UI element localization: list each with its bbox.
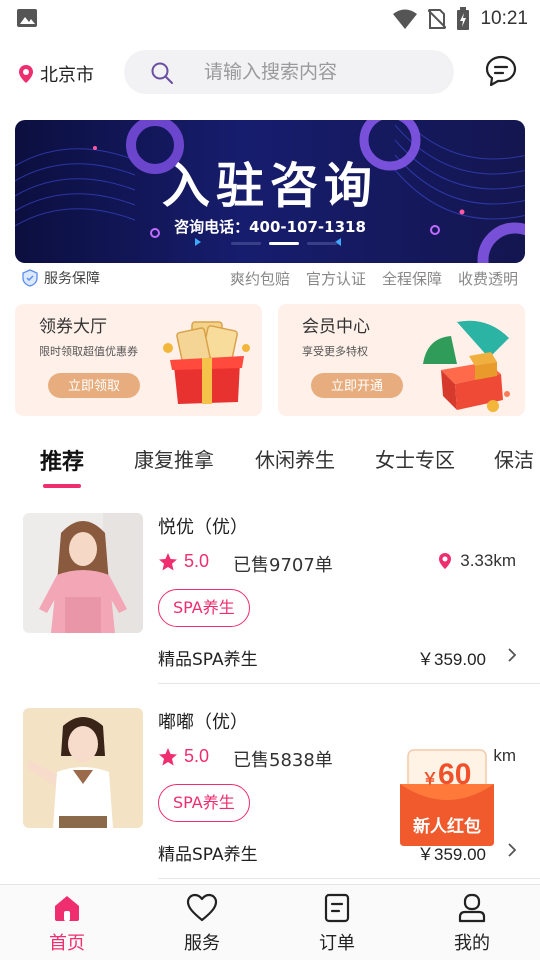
card-title: 会员中心 <box>302 317 370 337</box>
new-user-red-packet[interactable]: ￥60 新人红包 <box>398 746 496 846</box>
service-description: 精品SPA养生 <box>158 845 258 865</box>
therapist-photo <box>23 708 143 828</box>
tab-ladies-zone[interactable]: 女士专区 <box>375 444 455 473</box>
nav-label: 订单 <box>319 933 355 954</box>
distance-value: km <box>493 746 516 765</box>
search-icon <box>151 62 173 84</box>
list-item[interactable]: 悦优（优） 5.0 已售9707单 3.33km SPA养生 精品SPA养生 ￥… <box>0 513 540 689</box>
guarantee-item: 官方认证 <box>305 270 366 288</box>
tab-cleaning[interactable]: 保洁 <box>494 444 534 473</box>
service-guarantee-row: 服务保障 爽约包赔 官方认证 全程保障 收费透明 <box>22 268 522 290</box>
status-time: 10:21 <box>480 8 528 29</box>
tab-recommend[interactable]: 推荐 <box>40 444 84 476</box>
divider <box>158 683 540 684</box>
divider <box>158 878 540 879</box>
nav-home[interactable]: 首页 <box>22 893 112 955</box>
message-icon[interactable] <box>484 54 518 88</box>
tab-rehab-massage[interactable]: 康复推拿 <box>134 444 214 473</box>
location-label: 北京市 <box>40 65 94 86</box>
banner-pagination <box>231 242 337 245</box>
order-list-icon <box>324 893 350 923</box>
active-tab-indicator <box>43 484 81 488</box>
star-icon <box>159 747 177 765</box>
home-icon <box>55 896 79 921</box>
search-input[interactable] <box>204 50 444 94</box>
card-title: 领券大厅 <box>39 317 107 337</box>
nav-profile[interactable]: 我的 <box>427 893 517 955</box>
status-bar: 10:21 <box>0 0 540 38</box>
sold-count: 已售5838单 <box>233 750 333 771</box>
guarantee-item: 全程保障 <box>381 270 442 288</box>
banner-title: 入驻咨询 <box>161 158 378 214</box>
location-selector[interactable]: 北京市 <box>18 61 94 87</box>
no-sim-icon <box>428 9 447 29</box>
sold-count: 已售9707单 <box>233 555 333 576</box>
red-packet-amount: 60 <box>438 758 472 791</box>
distance: 3.33km <box>438 551 516 571</box>
service-price: ￥359.00 <box>417 650 486 669</box>
rating: 5.0 <box>158 551 209 572</box>
coupon-hall-card[interactable]: 领券大厅 限时领取超值优惠券 立即领取 <box>15 304 262 416</box>
red-packet-label: 新人红包 <box>413 817 481 837</box>
tab-leisure-wellness[interactable]: 休闲养生 <box>255 444 335 473</box>
image-notification-icon <box>17 9 37 27</box>
location-pin-icon <box>439 553 452 569</box>
service-description: 精品SPA养生 <box>158 650 258 670</box>
rating-value: 5.0 <box>184 551 210 571</box>
nav-label: 我的 <box>454 933 490 954</box>
service-tag: SPA养生 <box>158 784 250 822</box>
wifi-icon <box>393 9 418 29</box>
promo-banner[interactable]: 入驻咨询 咨询电话：400-107-1318 <box>15 120 525 263</box>
bottom-navigation: 首页 服务 订单 我的 <box>0 884 540 960</box>
banner-phone: 咨询电话：400-107-1318 <box>174 218 366 236</box>
nav-label: 服务 <box>184 933 220 954</box>
banner-dot[interactable] <box>231 242 261 245</box>
red-packet-currency: ￥ <box>422 771 439 788</box>
coupon-gift-box-icon <box>163 321 250 404</box>
banner-dot-active[interactable] <box>269 242 299 245</box>
nav-orders[interactable]: 订单 <box>292 893 382 955</box>
rating-value: 5.0 <box>184 746 210 766</box>
guarantee-item: 收费透明 <box>457 270 518 288</box>
member-gift-box-icon <box>423 320 510 412</box>
shield-check-icon <box>22 269 38 287</box>
therapist-name: 悦优（优） <box>158 517 248 538</box>
category-tabs: 推荐 康复推拿 休闲养生 女士专区 保洁 <box>0 440 540 490</box>
guarantee-item: 爽约包赔 <box>229 270 290 288</box>
nav-label: 首页 <box>49 933 85 954</box>
rating: 5.0 <box>158 746 209 767</box>
chevron-right-icon[interactable] <box>506 647 518 663</box>
search-bar[interactable] <box>124 50 454 94</box>
distance-value: 3.33km <box>460 551 516 570</box>
top-bar: 北京市 <box>0 46 540 100</box>
member-center-card[interactable]: 会员中心 享受更多特权 立即开通 <box>278 304 525 416</box>
distance: km <box>493 746 516 766</box>
card-subtitle: 限时领取超值优惠券 <box>39 345 138 358</box>
therapist-photo <box>23 513 143 633</box>
star-icon <box>159 552 177 570</box>
battery-charging-icon <box>457 7 470 30</box>
chevron-right-icon[interactable] <box>506 842 518 858</box>
activate-membership-button[interactable]: 立即开通 <box>311 373 403 398</box>
claim-coupon-button[interactable]: 立即领取 <box>48 373 140 398</box>
location-pin-icon <box>19 65 33 83</box>
nav-services[interactable]: 服务 <box>157 893 247 955</box>
user-icon <box>458 893 486 923</box>
heart-icon <box>186 893 218 922</box>
service-tag: SPA养生 <box>158 589 250 627</box>
card-subtitle: 享受更多特权 <box>302 345 368 358</box>
banner-dot[interactable] <box>307 242 337 245</box>
therapist-name: 嘟嘟（优） <box>158 712 248 733</box>
guarantee-label: 服务保障 <box>44 271 100 287</box>
